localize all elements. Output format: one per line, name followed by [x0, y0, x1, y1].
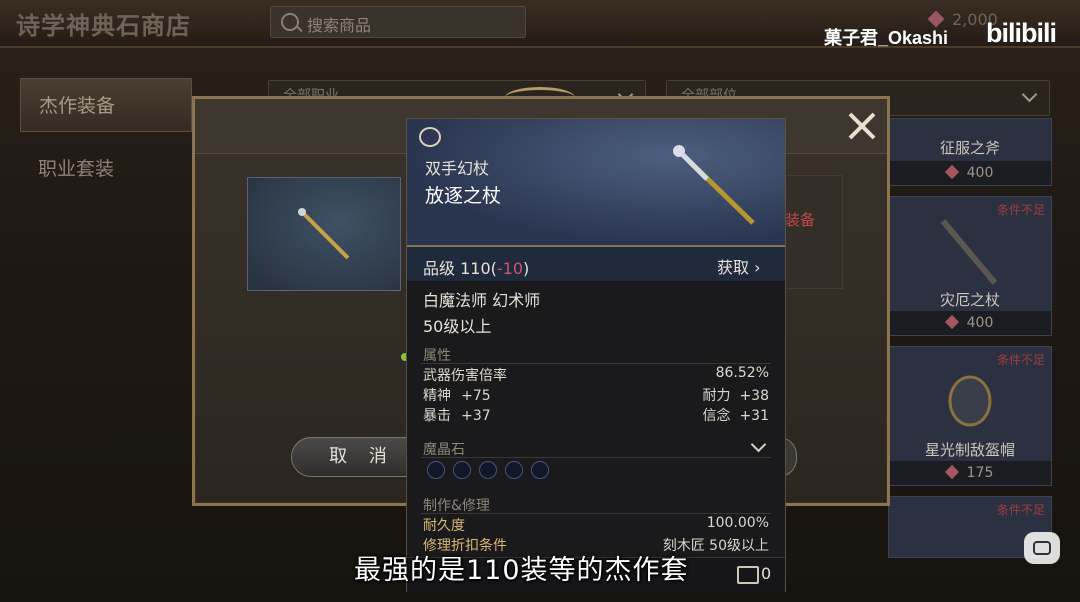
divider [421, 513, 771, 514]
materia-slot [427, 461, 445, 479]
search-input[interactable]: 搜索商品 [270, 6, 526, 38]
tomestone-icon [944, 164, 959, 180]
item-slot [783, 175, 843, 289]
helmet-icon [948, 375, 992, 427]
video-subtitle: 最强的是110装等的杰作套 [354, 555, 689, 586]
item-name: 放逐之杖 [425, 185, 502, 207]
shop-card-price: 175 [889, 461, 1051, 485]
materia-title: 魔晶石 [423, 442, 465, 458]
search-icon [281, 13, 299, 31]
attribute-row: 武器伤害倍率 86.52% [423, 365, 769, 384]
item-level: 品级 110(-10) [423, 259, 530, 278]
bilibili-logo: bilibili [986, 18, 1057, 48]
shop-card[interactable]: 条件不足 灾厄之杖 400 [888, 196, 1052, 336]
ornament [505, 87, 575, 108]
item-jobs: 白魔法师 幻术师 [423, 291, 541, 310]
dialog-partial-label: 装备 [785, 211, 816, 229]
close-button[interactable] [847, 111, 877, 141]
item-level-requirement: 50级以上 [423, 317, 492, 336]
shop-card[interactable]: 征服之斧 400 [888, 118, 1052, 186]
chevron-down-icon [1021, 86, 1038, 103]
inventory-icon [737, 566, 759, 584]
uploader-watermark: 菓子君_Okashi [824, 28, 949, 48]
materia-slot [453, 461, 471, 479]
durability-row: 耐久度 100.00% [423, 515, 769, 534]
shop-card-price: 400 [889, 161, 1051, 185]
shop-card[interactable]: 条件不足 星光制敌盔帽 175 [888, 346, 1052, 486]
shop-card-name: 征服之斧 [939, 139, 1000, 157]
acquire-link[interactable]: 获取 › [717, 254, 761, 278]
divider [421, 363, 771, 364]
item-preview [247, 177, 401, 291]
materia-slot [479, 461, 497, 479]
tomestone-icon [944, 464, 959, 480]
staff-icon [298, 208, 350, 260]
item-type: 双手幻杖 [425, 159, 490, 178]
item-level-bar: 品级 110(-10) 获取 › [407, 247, 785, 281]
item-tooltip: 双手幻杖 放逐之杖 品级 110(-10) 获取 › 白魔法师 幻术师 50级以… [406, 118, 786, 592]
shop-card-name: 星光制敌盔帽 [924, 441, 1015, 459]
condition-label: 条件不足 [996, 503, 1045, 517]
staff-icon [673, 145, 755, 225]
materia-slot [505, 461, 523, 479]
materia-slots [427, 461, 567, 481]
attribute-row: 精神 +75 耐力 +38 [423, 388, 769, 404]
craft-repair-title: 制作&修理 [423, 498, 490, 514]
inventory-count: 0 [761, 564, 772, 583]
item-level-delta: -10 [496, 259, 524, 278]
page-title: 诗学神典石商店 [16, 11, 191, 40]
video-player-icon[interactable] [1024, 532, 1060, 564]
tomestone-icon [944, 314, 959, 330]
attribute-row: 暴击 +37 信念 +31 [423, 408, 769, 424]
chevron-down-icon[interactable] [750, 436, 767, 453]
attributes-title: 属性 [423, 348, 451, 364]
attributes-list: 武器伤害倍率 86.52% 精神 +75 耐力 +38 暴击 +37 信念 +3… [423, 365, 769, 425]
tooltip-header: 双手幻杖 放逐之杖 [407, 119, 785, 247]
search-placeholder: 搜索商品 [307, 16, 372, 35]
shop-card-price: 400 [889, 311, 1051, 335]
materia-slot [531, 461, 549, 479]
sidebar-item-masterwork[interactable]: 杰作装备 [20, 78, 192, 132]
divider [421, 457, 771, 458]
coin-icon [419, 127, 441, 147]
shop-card-name: 灾厄之杖 [939, 291, 1000, 309]
staff-icon [940, 219, 998, 285]
sidebar-item-job-set[interactable]: 职业套装 [20, 142, 192, 196]
chevron-right-icon: › [754, 258, 761, 277]
